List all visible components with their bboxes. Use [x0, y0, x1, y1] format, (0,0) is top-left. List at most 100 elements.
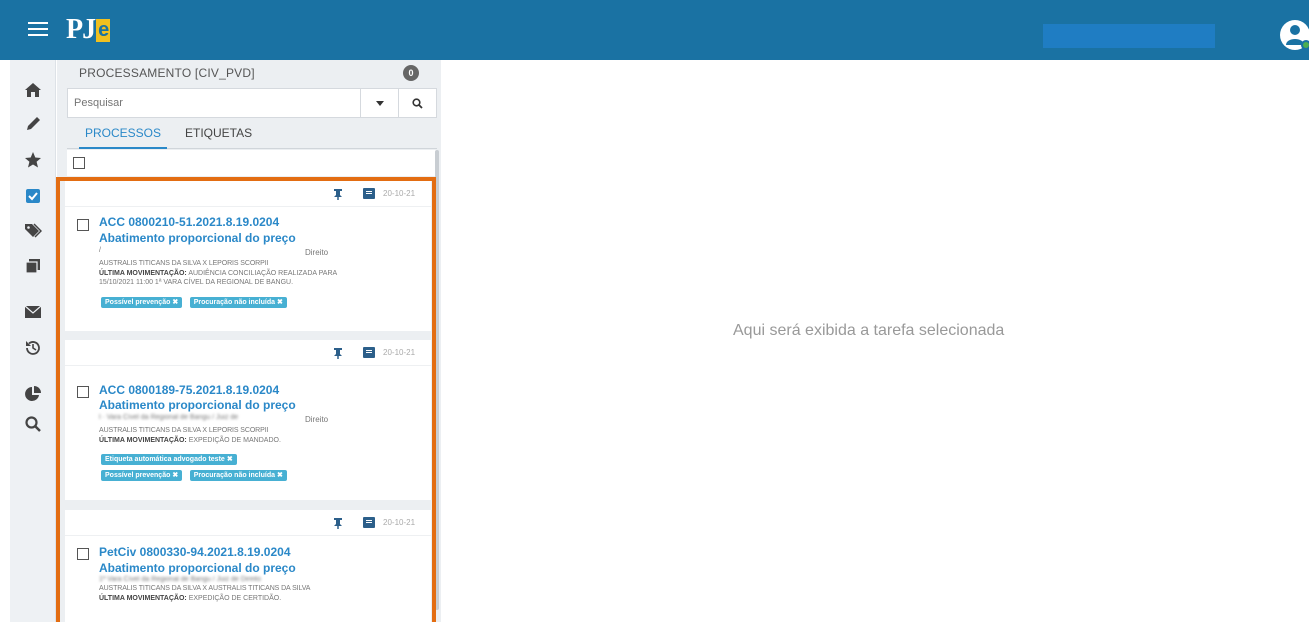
last-movement-cont: 15/10/2021 11:00 1ª VARA CÍVEL DA REGION… — [99, 279, 294, 286]
remove-tag-icon[interactable]: ✖ — [277, 299, 283, 306]
tags-icon — [25, 223, 42, 238]
sidebar — [10, 60, 56, 622]
sidebar-item-documents[interactable] — [10, 248, 56, 284]
history-icon — [26, 341, 40, 355]
court-line: 1ª Vara Cível da Regional de Bangu / Jui… — [99, 576, 261, 583]
process-class-link[interactable]: Abatimento proporcional do preço — [99, 561, 296, 575]
process-number-link[interactable]: PetCiv 0800330-94.2021.8.19.0204 — [99, 545, 291, 559]
comment-icon[interactable] — [363, 188, 375, 199]
sidebar-item-tasks[interactable] — [10, 178, 56, 214]
tag-label: Possível prevenção — [105, 299, 171, 306]
last-movement-label: ÚLTIMA MOVIMENTAÇÃO: — [99, 437, 187, 444]
process-class-link[interactable]: Abatimento proporcional do preço — [99, 398, 296, 412]
pin-icon[interactable] — [333, 189, 343, 200]
search-options-dropdown[interactable] — [360, 89, 398, 117]
copy-icon — [25, 259, 40, 274]
comment-icon[interactable] — [363, 347, 375, 358]
search-icon — [412, 97, 423, 109]
envelope-icon — [24, 305, 42, 318]
sidebar-item-history[interactable] — [10, 330, 56, 366]
star-icon — [25, 152, 41, 168]
sidebar-item-search[interactable] — [10, 406, 56, 442]
search-button[interactable] — [398, 89, 436, 117]
court-line: / — [99, 247, 101, 254]
card-checkbox[interactable] — [77, 219, 89, 231]
court-line: l · Vara Cível da Regional de Bangu / Ju… — [99, 414, 239, 421]
hamburger-menu-icon[interactable] — [28, 22, 48, 38]
last-movement: ÚLTIMA MOVIMENTAÇÃO: AUDIÊNCIA CONCILIAÇ… — [99, 269, 337, 278]
task-placeholder-text: Aqui será exibida a tarefa selecionada — [733, 322, 1005, 339]
card-date: 20-10-21 — [383, 189, 416, 198]
panel-tabs: PROCESSOS ETIQUETAS — [67, 123, 437, 149]
pie-chart-icon — [25, 386, 41, 401]
tag-label: Possível prevenção — [105, 472, 171, 479]
card-checkbox[interactable] — [77, 548, 89, 560]
tag-label: Procuração não incluída — [193, 472, 276, 479]
panel-title: PROCESSAMENTO [CIV_PVD] — [79, 66, 255, 80]
task-list-panel: PROCESSAMENTO [CIV_PVD] 0 PROCESSOS ETIQ… — [57, 60, 441, 622]
card-header: 20-10-21 — [65, 510, 431, 536]
process-card[interactable]: 20-10-21 ACC 0800189-75.2021.8.19.0204 A… — [65, 340, 431, 500]
last-movement: ÚLTIMA MOVIMENTAÇÃO: EXPEDIÇÃO DE CERTID… — [99, 594, 281, 603]
remove-tag-icon[interactable]: ✖ — [277, 472, 283, 479]
last-movement-text: EXPEDIÇÃO DE CERTIDÃO. — [188, 595, 282, 602]
select-all-checkbox[interactable] — [73, 157, 85, 169]
search-input[interactable] — [68, 89, 360, 117]
tag-chip[interactable]: Procuração não incluída ✖ — [189, 470, 287, 481]
card-checkbox[interactable] — [77, 386, 89, 398]
tag-label: Etiqueta automática advogado teste — [105, 456, 225, 463]
tab-etiquetas[interactable]: ETIQUETAS — [179, 126, 258, 149]
card-header: 20-10-21 — [65, 340, 431, 366]
process-parties: AUSTRALIS TITICANS DA SILVA X AUSTRALIS … — [99, 585, 311, 592]
last-movement-text: EXPEDIÇÃO DE MANDADO. — [188, 437, 281, 444]
remove-tag-icon[interactable]: ✖ — [172, 472, 178, 479]
tag-chip[interactable]: Possível prevenção ✖ — [101, 297, 183, 308]
sidebar-item-edit[interactable] — [10, 106, 56, 142]
last-movement-text: AUDIÊNCIA CONCILIAÇÃO REALIZADA PARA — [188, 270, 338, 277]
tag-row: Possível prevenção ✖ Procuração não inclu… — [101, 291, 290, 309]
checkbox-icon — [26, 189, 40, 203]
process-parties: AUSTRALIS TITICANS DA SILVA X LEPORIS SC… — [99, 260, 269, 267]
user-avatar[interactable] — [1280, 20, 1309, 50]
task-count-badge: 0 — [403, 65, 419, 81]
process-card[interactable]: 20-10-21 ACC 0800210-51.2021.8.19.0204 A… — [65, 181, 431, 331]
sidebar-item-favorites[interactable] — [10, 142, 56, 178]
select-all-row — [67, 150, 437, 176]
tag-label: Procuração não incluída — [193, 299, 276, 306]
remove-tag-icon[interactable]: ✖ — [172, 299, 178, 306]
tag-row: Possível prevenção ✖ Procuração não inclu… — [101, 464, 290, 482]
top-bar-highlight — [1043, 24, 1215, 48]
remove-tag-icon[interactable]: ✖ — [227, 456, 233, 463]
pin-icon[interactable] — [333, 518, 343, 529]
last-movement: ÚLTIMA MOVIMENTAÇÃO: EXPEDIÇÃO DE MANDAD… — [99, 436, 281, 445]
pin-icon[interactable] — [333, 348, 343, 359]
process-card[interactable]: 20-10-21 PetCiv 0800330-94.2021.8.19.020… — [65, 510, 431, 622]
card-header: 20-10-21 — [65, 181, 431, 207]
process-parties: AUSTRALIS TITICANS DA SILVA X LEPORIS SC… — [99, 427, 269, 434]
process-number-link[interactable]: ACC 0800189-75.2021.8.19.0204 — [99, 383, 279, 397]
process-list: 20-10-21 ACC 0800210-51.2021.8.19.0204 A… — [57, 177, 441, 622]
tag-chip[interactable]: Procuração não incluída ✖ — [189, 297, 287, 308]
comment-icon[interactable] — [363, 517, 375, 528]
home-icon — [25, 83, 41, 97]
card-date: 20-10-21 — [383, 518, 416, 527]
court-suffix: Direito — [305, 415, 329, 424]
search-icon — [25, 416, 41, 432]
last-movement-label: ÚLTIMA MOVIMENTAÇÃO: — [99, 595, 187, 602]
search-bar — [67, 88, 437, 118]
top-bar: PJ e — [0, 0, 1309, 60]
process-number-link[interactable]: ACC 0800210-51.2021.8.19.0204 — [99, 215, 279, 229]
pencil-icon — [27, 117, 40, 130]
court-suffix: Direito — [305, 248, 329, 257]
sidebar-item-home[interactable] — [10, 72, 56, 108]
last-movement-label: ÚLTIMA MOVIMENTAÇÃO: — [99, 270, 187, 277]
card-date: 20-10-21 — [383, 348, 416, 357]
tag-chip[interactable]: Possível prevenção ✖ — [101, 470, 183, 481]
tab-processos[interactable]: PROCESSOS — [79, 126, 168, 149]
online-status-dot — [1301, 40, 1309, 50]
process-class-link[interactable]: Abatimento proporcional do preço — [99, 231, 296, 245]
caret-down-icon — [375, 100, 384, 106]
pje-logo[interactable]: PJ e — [66, 14, 111, 46]
sidebar-item-tags[interactable] — [10, 212, 56, 248]
sidebar-item-messages[interactable] — [10, 294, 56, 330]
